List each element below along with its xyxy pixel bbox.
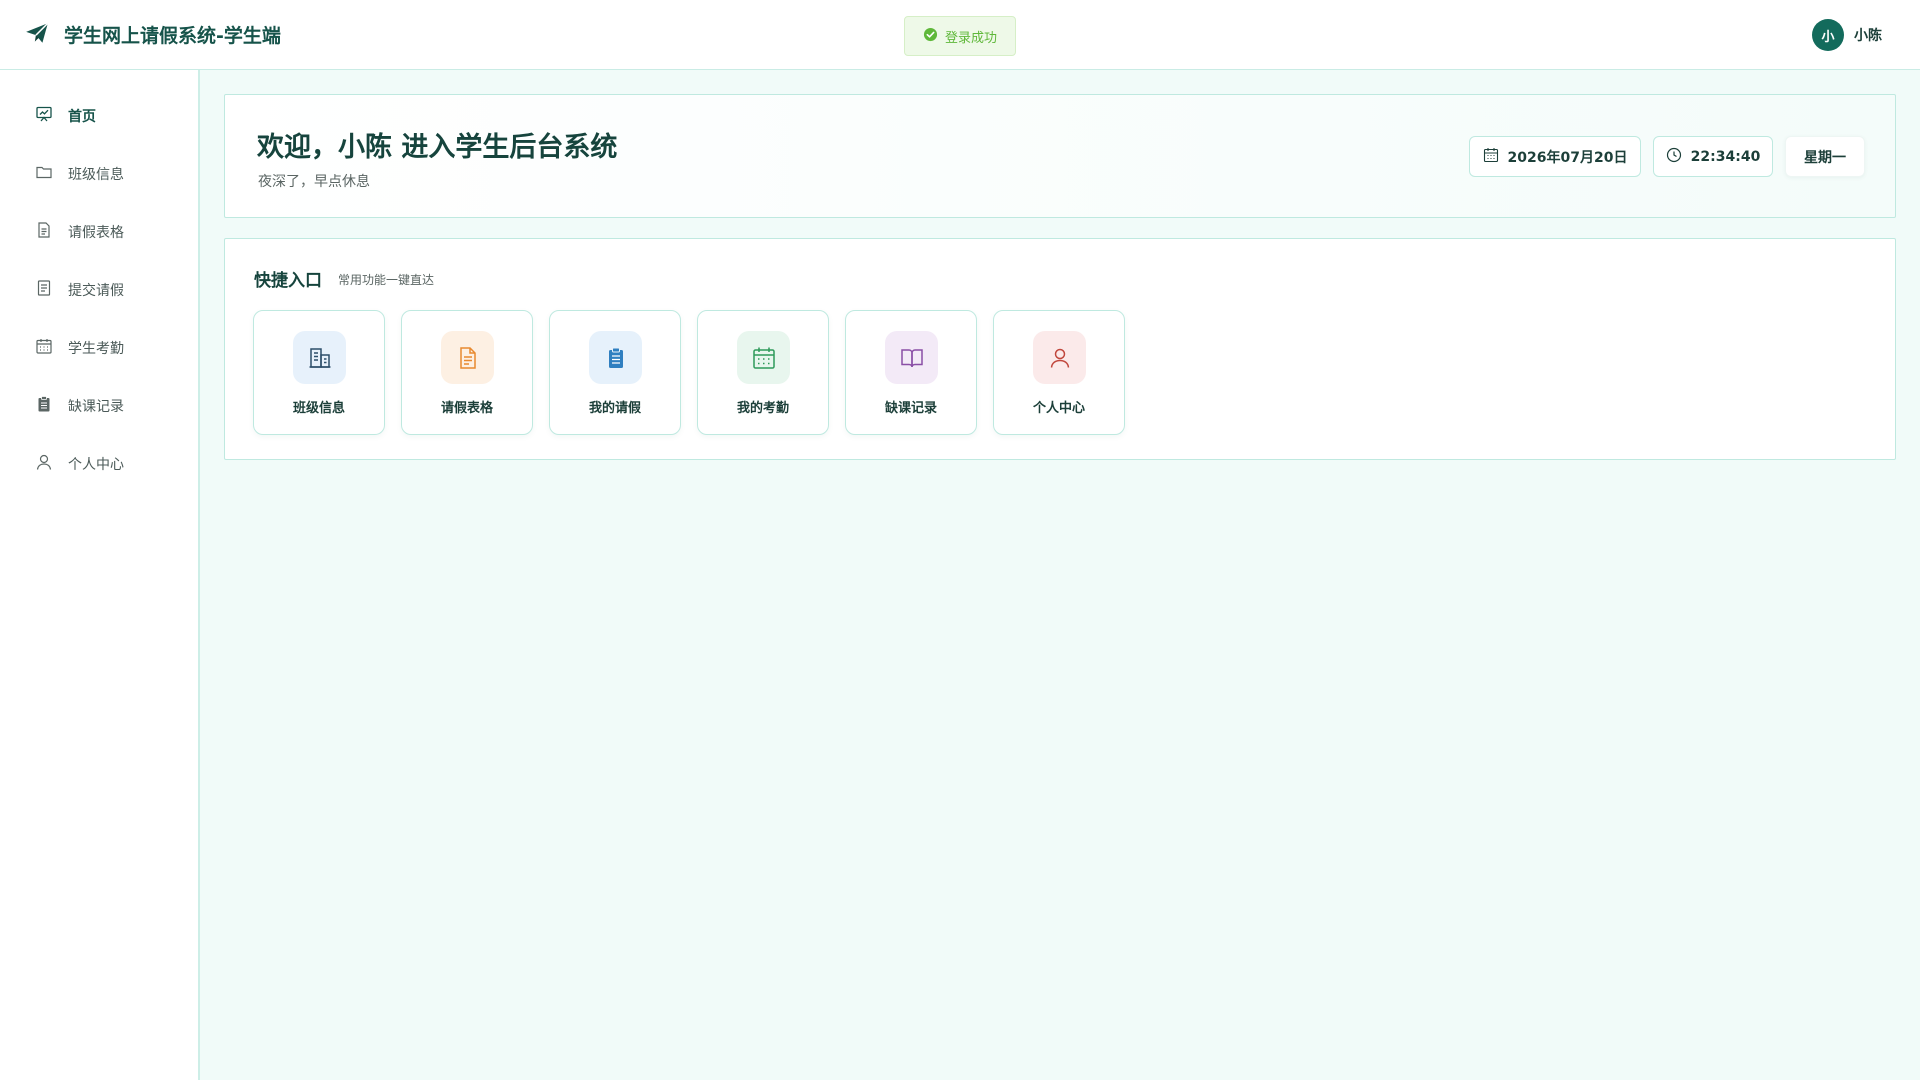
quick-access-panel: 快捷入口 常用功能一键直达 班级信息 请假表格 我的请假 我的考勤 缺课记录 个… xyxy=(224,238,1896,460)
quick-card-my-attendance[interactable]: 我的考勤 xyxy=(697,310,829,435)
user-name[interactable]: 小陈 xyxy=(1854,25,1882,45)
document-icon xyxy=(35,221,53,243)
welcome-subtitle: 夜深了，早点休息 xyxy=(258,174,370,190)
dashboard-icon xyxy=(35,105,53,127)
current-date: 2026年07月20日 xyxy=(1507,149,1628,166)
app-title: 学生网上请假系统-学生端 xyxy=(64,25,281,47)
sidebar-item-label: 提交请假 xyxy=(68,283,124,299)
quick-card-my-leave[interactable]: 我的请假 xyxy=(549,310,681,435)
sidebar-item-label: 学生考勤 xyxy=(68,341,124,357)
current-weekday: 星期一 xyxy=(1804,149,1846,166)
calendar-icon xyxy=(1483,147,1508,167)
sidebar: 首页 班级信息 请假表格 提交请假 学生考勤 缺课记录 个人中心 xyxy=(0,70,200,1080)
form-icon xyxy=(35,279,53,301)
quick-access-title: 快捷入口 xyxy=(254,271,322,291)
sidebar-item-label: 请假表格 xyxy=(68,225,124,241)
user-icon xyxy=(1033,331,1086,384)
brand[interactable]: 学生网上请假系统-学生端 xyxy=(24,20,281,50)
quick-access-subtitle: 常用功能一键直达 xyxy=(338,273,435,287)
weekday-chip: 星期一 xyxy=(1785,136,1865,177)
sidebar-item-attendance[interactable]: 学生考勤 xyxy=(0,326,198,370)
quick-card-label: 个人中心 xyxy=(1032,401,1085,416)
check-circle-icon xyxy=(923,27,938,46)
quick-card-leave-forms[interactable]: 请假表格 xyxy=(401,310,533,435)
sidebar-item-submit-leave[interactable]: 提交请假 xyxy=(0,268,198,312)
quick-card-label: 我的请假 xyxy=(588,401,641,416)
sidebar-item-leave-forms[interactable]: 请假表格 xyxy=(0,210,198,254)
sidebar-item-label: 缺课记录 xyxy=(68,399,124,415)
sidebar-item-label: 班级信息 xyxy=(68,167,124,183)
book-icon xyxy=(885,331,938,384)
clipboard-icon xyxy=(589,331,642,384)
building-icon xyxy=(293,331,346,384)
welcome-title: 欢迎，小陈 进入学生后台系统 xyxy=(257,132,618,163)
folder-icon xyxy=(35,163,53,185)
calendar-icon xyxy=(35,337,53,359)
current-time: 22:34:40 xyxy=(1690,148,1761,165)
top-header: 学生网上请假系统-学生端 登录成功 小 小陈 xyxy=(0,0,1920,70)
user-icon xyxy=(35,453,53,475)
quick-card-label: 我的考勤 xyxy=(736,401,789,416)
quick-card-label: 缺课记录 xyxy=(884,401,937,416)
sidebar-item-label: 个人中心 xyxy=(68,457,124,473)
quick-card-label: 请假表格 xyxy=(440,401,493,416)
document-icon xyxy=(441,331,494,384)
sidebar-item-label: 首页 xyxy=(68,109,96,125)
quick-card-profile[interactable]: 个人中心 xyxy=(993,310,1125,435)
user-menu[interactable]: 小 小陈 xyxy=(1812,19,1882,51)
sidebar-item-profile[interactable]: 个人中心 xyxy=(0,442,198,486)
sidebar-item-home[interactable]: 首页 xyxy=(0,94,198,138)
time-chip: 22:34:40 xyxy=(1653,136,1773,177)
sidebar-item-absence-records[interactable]: 缺课记录 xyxy=(0,384,198,428)
quick-card-absence-records[interactable]: 缺课记录 xyxy=(845,310,977,435)
avatar[interactable]: 小 xyxy=(1812,19,1844,51)
calendar-icon xyxy=(737,331,790,384)
clock-icon xyxy=(1666,147,1691,167)
paper-plane-icon xyxy=(24,20,50,50)
toast-message: 登录成功 xyxy=(944,30,997,46)
clipboard-icon xyxy=(35,395,53,417)
quick-card-label: 班级信息 xyxy=(292,401,345,416)
quick-card-class-info[interactable]: 班级信息 xyxy=(253,310,385,435)
login-success-toast: 登录成功 xyxy=(904,16,1016,56)
date-chip: 2026年07月20日 xyxy=(1469,136,1641,177)
sidebar-item-class-info[interactable]: 班级信息 xyxy=(0,152,198,196)
welcome-banner: 欢迎，小陈 进入学生后台系统 夜深了，早点休息 2026年07月20日 22:3… xyxy=(224,94,1896,218)
